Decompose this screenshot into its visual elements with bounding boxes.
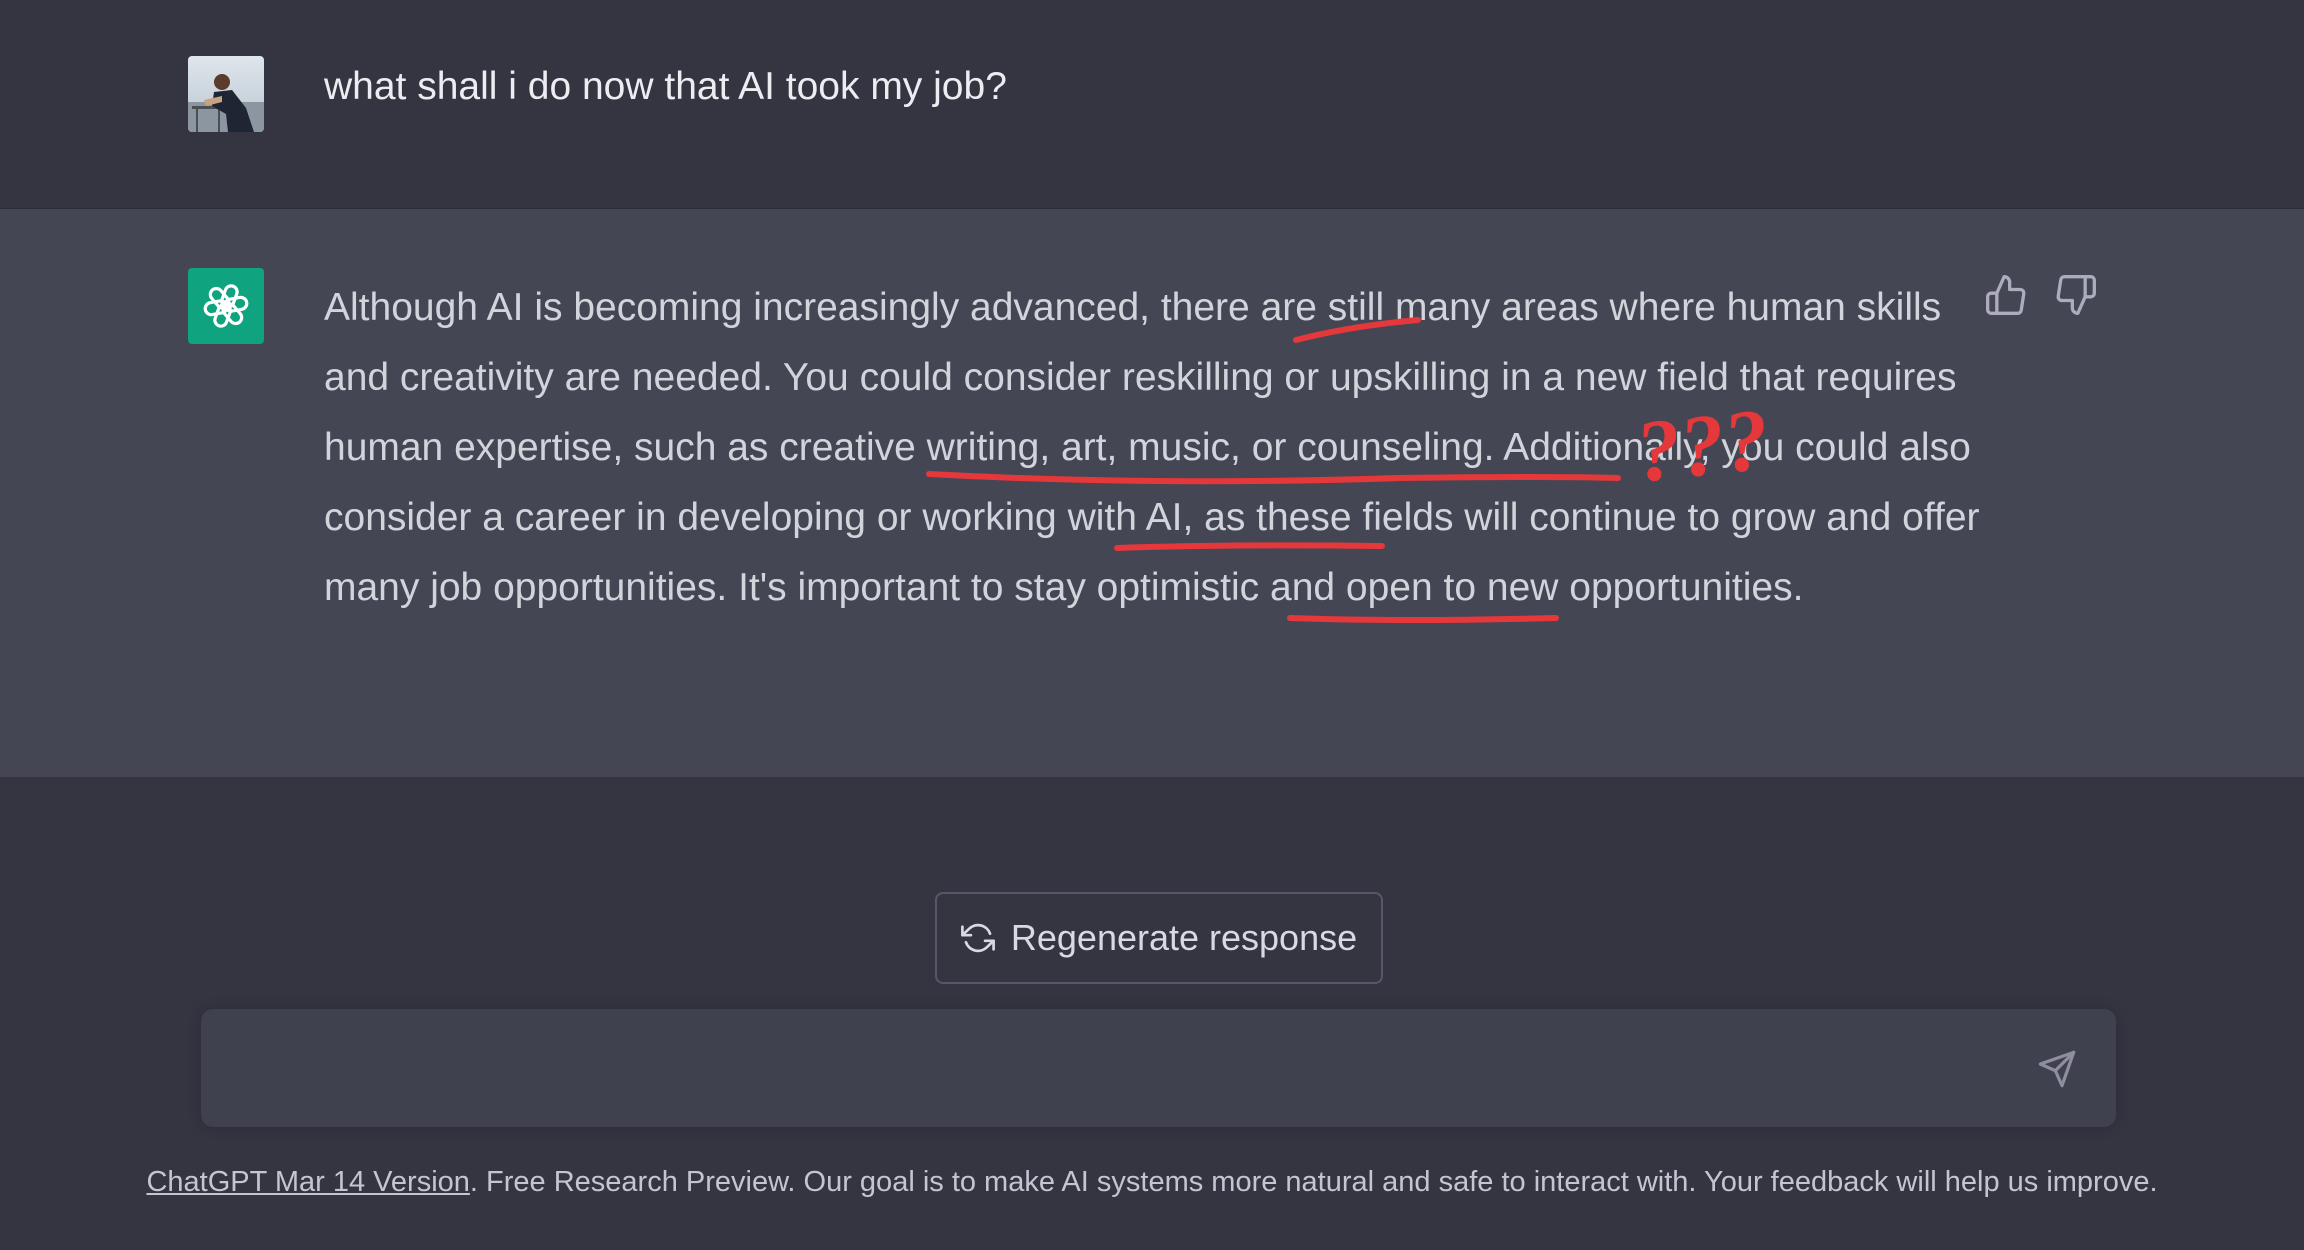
regenerate-response-label: Regenerate response: [1010, 917, 1358, 958]
footer-text: . Free Research Preview. Our goal is to …: [469, 1166, 2158, 1198]
paper-plane-icon: [2038, 1050, 2076, 1088]
message-input[interactable]: [235, 1039, 1999, 1099]
message-composer: [201, 1009, 2116, 1127]
chat-page: what shall i do now that AI took my job?…: [0, 0, 2304, 1250]
user-message-text: what shall i do now that AI took my job?: [324, 65, 1007, 108]
assistant-message-row: Although AI is becoming increasingly adv…: [0, 209, 2304, 777]
thumbs-up-button[interactable]: [1984, 273, 2028, 317]
regenerate-response-button[interactable]: Regenerate response: [935, 892, 1383, 984]
user-avatar: [188, 56, 264, 132]
thumbs-down-icon: [2056, 275, 2096, 315]
send-button[interactable]: [2033, 1045, 2081, 1093]
assistant-avatar: [188, 268, 264, 344]
refresh-icon: [960, 921, 995, 955]
thumbs-up-icon: [1986, 275, 2026, 315]
thumbs-down-button[interactable]: [2054, 273, 2098, 317]
openai-logo-icon: [200, 282, 252, 330]
user-message-row: what shall i do now that AI took my job?: [0, 0, 2304, 210]
user-photo-avatar: [188, 56, 264, 132]
version-link[interactable]: ChatGPT Mar 14 Version: [146, 1166, 469, 1198]
assistant-message-text: Although AI is becoming increasingly adv…: [324, 286, 1980, 609]
footer-disclaimer: ChatGPT Mar 14 Version. Free Research Pr…: [0, 1162, 2304, 1202]
